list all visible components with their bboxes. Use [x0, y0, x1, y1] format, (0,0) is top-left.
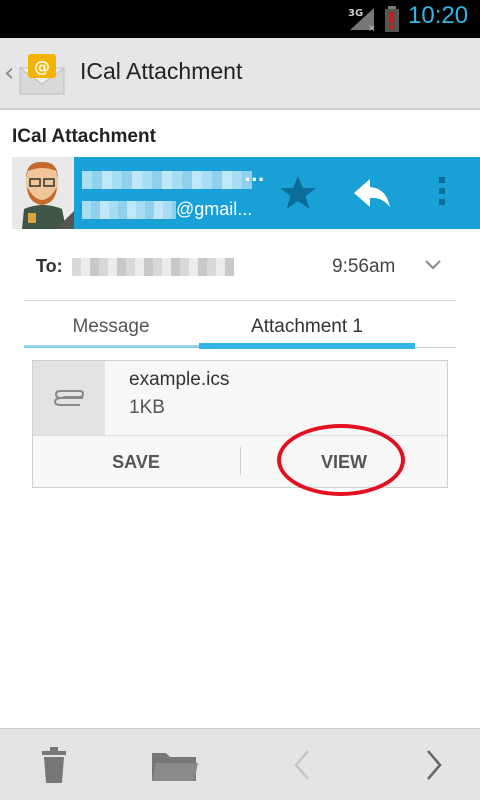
attachment-icon-box [33, 361, 105, 435]
action-bar: ‹ @ ICal Attachment [0, 38, 480, 110]
screen-title: ICal Attachment [80, 58, 243, 84]
chevron-right-icon[interactable] [410, 745, 458, 785]
tab-attachment[interactable]: Attachment 1 [199, 316, 415, 338]
sender-name-ellipsis: ... [244, 165, 265, 186]
bottom-action-bar [0, 728, 480, 800]
save-button[interactable]: SAVE [33, 437, 239, 487]
sender-header[interactable]: ... @gmail... [74, 157, 480, 229]
status-bar: 3G × 10:20 [0, 0, 480, 38]
trash-icon[interactable] [30, 745, 78, 785]
network-type: 3G [348, 8, 363, 19]
chevron-left-icon[interactable]: ‹ [4, 58, 14, 88]
clock: 10:20 [408, 2, 469, 29]
divider [24, 300, 456, 301]
tab-selected-indicator [199, 343, 415, 349]
chevron-left-icon[interactable] [286, 745, 334, 785]
reply-icon[interactable] [352, 175, 392, 211]
attachment-file-size: 1KB [129, 397, 165, 418]
avatar[interactable] [12, 157, 74, 229]
message-subject: ICal Attachment [12, 126, 156, 147]
recipient-redacted [72, 258, 234, 276]
attachment-card: example.ics 1KB SAVE VIEW [32, 360, 448, 488]
svg-text:×: × [368, 24, 376, 32]
paperclip-icon [53, 390, 85, 406]
email-app-icon[interactable]: @ [18, 52, 66, 96]
star-icon[interactable] [278, 173, 318, 213]
battery-alert-icon [385, 6, 399, 32]
tab-message-underline [24, 345, 199, 348]
attachment-file-name: example.ics [129, 369, 230, 390]
overflow-menu-icon[interactable] [436, 177, 448, 209]
sent-time: 9:56am [332, 256, 396, 277]
svg-text:@: @ [34, 57, 50, 76]
tab-message[interactable]: Message [24, 316, 198, 338]
signal-icon: 3G × [348, 8, 376, 32]
folder-icon[interactable] [150, 745, 198, 785]
divider [33, 435, 447, 436]
sender-email-redacted [82, 201, 176, 219]
sender-email: @gmail... [176, 199, 253, 219]
sender-name-redacted [82, 171, 252, 189]
to-label: To: [36, 256, 63, 276]
view-button[interactable]: VIEW [241, 437, 447, 487]
chevron-down-icon[interactable] [424, 256, 442, 274]
